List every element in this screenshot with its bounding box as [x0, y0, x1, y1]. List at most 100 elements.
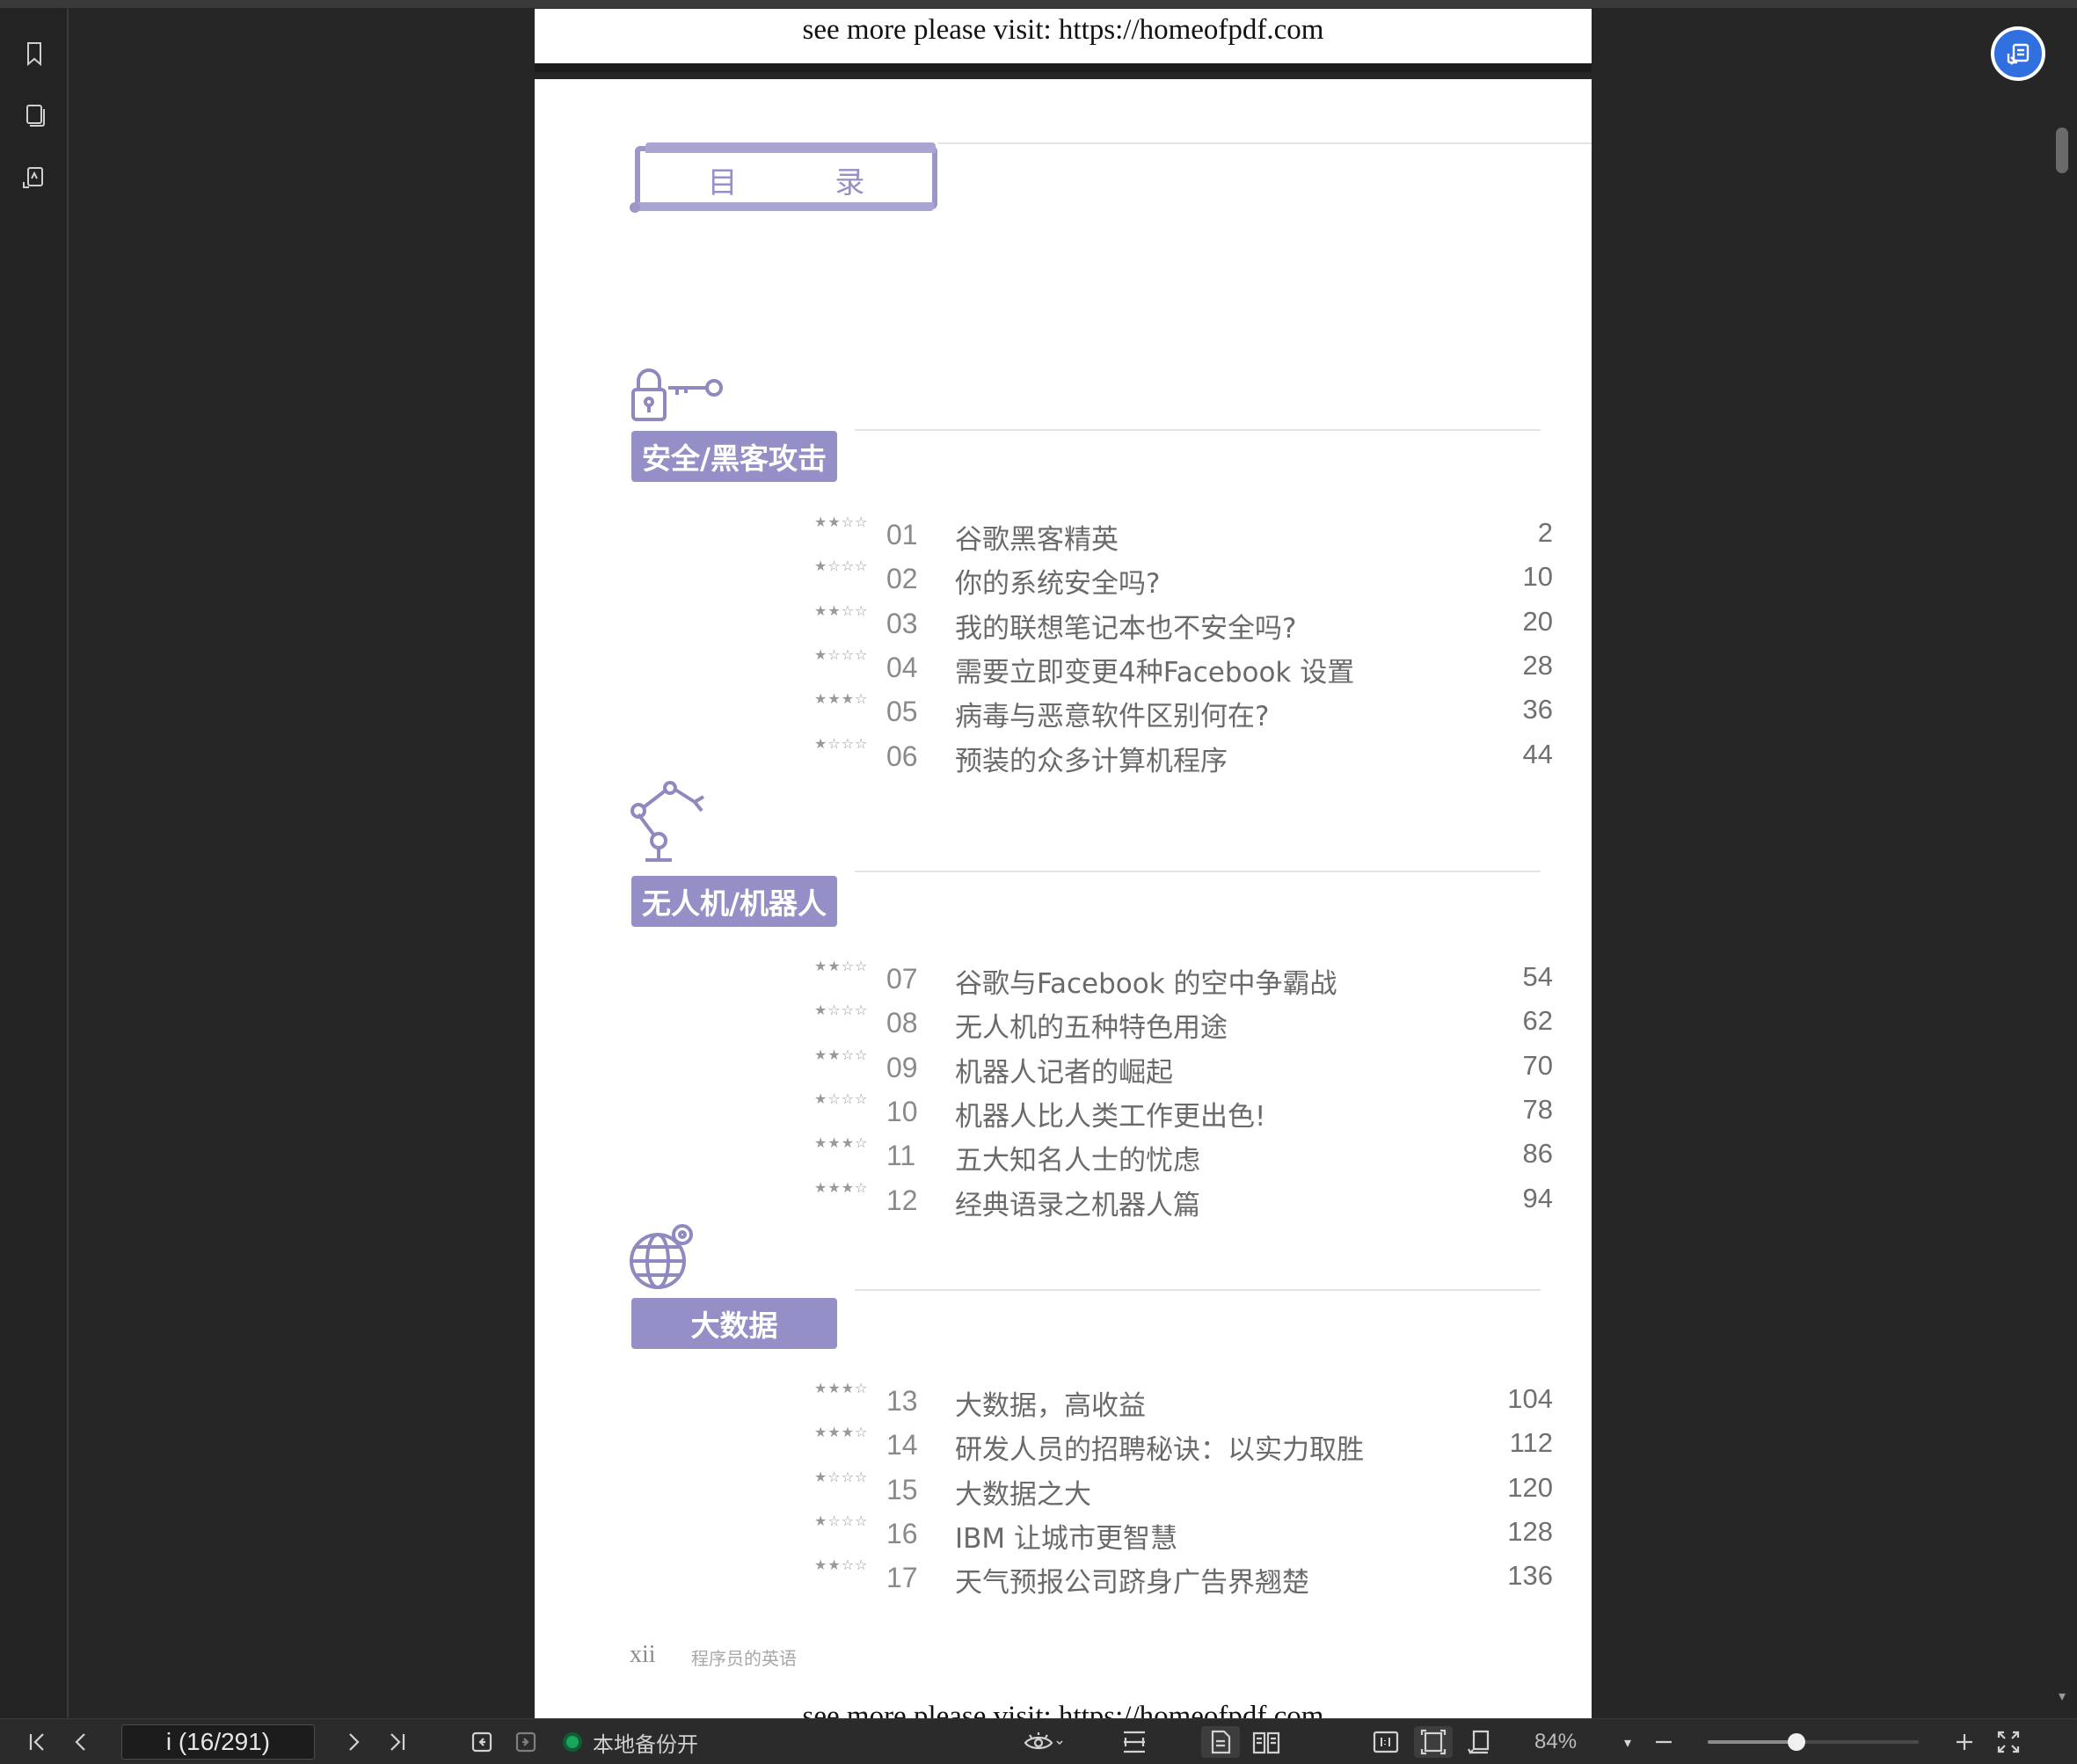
single-page-icon [1211, 1730, 1231, 1754]
toc-entry[interactable]: ★★☆☆ 17 天气预报公司跻身广告界翘楚 136 [814, 1556, 1553, 1599]
toc-entry-stars: ★★★☆ [814, 1424, 869, 1441]
toc-entry[interactable]: ★★★☆ 12 经典语录之机器人篇 94 [814, 1179, 1553, 1221]
toc-entry-title: 五大知名人士的忧虑 [955, 1145, 1200, 1177]
forward-history-button[interactable] [510, 1726, 542, 1758]
toc-entry[interactable]: ★★★☆ 11 五大知名人士的忧虑 86 [814, 1134, 1553, 1177]
next-page-button[interactable] [338, 1726, 369, 1758]
toc-entry[interactable]: ★★☆☆ 03 我的联想笔记本也不安全吗? 20 [814, 602, 1553, 645]
toc-entry-page: 44 [1522, 738, 1553, 769]
toc-entry[interactable]: ★☆☆☆ 08 无人机的五种特色用途 62 [814, 1002, 1553, 1044]
toc-entry-stars: ★★★☆ [814, 1134, 869, 1152]
zoom-out-button[interactable] [1648, 1726, 1680, 1758]
double-page-icon [1252, 1731, 1280, 1754]
toc-entry-stars: ★☆☆☆ [814, 1002, 869, 1019]
watermark-banner-bottom: see more please visit: https://homeofpdf… [802, 1701, 1324, 1718]
toc-entry-title: 病毒与恶意软件区别何在? [955, 701, 1270, 733]
section-tag: 安全/黑客攻击 [631, 431, 837, 482]
toc-entry-number: 03 [886, 607, 918, 639]
top-strip [0, 0, 2077, 8]
back-history-button[interactable] [466, 1726, 498, 1758]
toc-entry-number: 11 [886, 1140, 916, 1172]
previous-page-button[interactable] [65, 1726, 97, 1758]
scroll-down-arrow-icon[interactable]: ▾ [2056, 1689, 2068, 1703]
zoom-in-button[interactable] [1949, 1726, 1980, 1758]
toc-entry-number: 16 [886, 1517, 918, 1549]
local-backup-status[interactable]: 本地备份开 [563, 1726, 698, 1758]
first-page-button[interactable] [21, 1726, 53, 1758]
back-document-icon [471, 1731, 492, 1753]
toc-entry-page: 78 [1522, 1093, 1553, 1125]
toc-entry-stars: ★★★☆ [814, 1178, 869, 1196]
toc-entry-title: 需要立即变更4种Facebook 设置 [955, 656, 1355, 689]
double-page-button[interactable] [1247, 1726, 1286, 1758]
chevron-down-icon: ▾ [1623, 1733, 1632, 1751]
bookmark-button[interactable] [15, 34, 54, 73]
vertical-scrollbar[interactable] [2054, 114, 2070, 1715]
thumbnails-button[interactable] [15, 96, 54, 135]
floating-action-button[interactable] [1991, 26, 2045, 81]
pages-icon [26, 105, 45, 127]
toc-entry-title: IBM 让城市更智慧 [955, 1522, 1178, 1555]
rotate-page-icon [1468, 1730, 1490, 1754]
toc-entry[interactable]: ★☆☆☆ 04 需要立即变更4种Facebook 设置 28 [814, 646, 1553, 689]
fit-page-icon [1420, 1729, 1447, 1755]
toc-entry-title: 机器人比人类工作更出色! [955, 1100, 1266, 1133]
zoom-slider[interactable] [1708, 1733, 1919, 1751]
toc-entry-title: 无人机的五种特色用途 [955, 1012, 1228, 1045]
toc-entry-page: 54 [1522, 961, 1553, 992]
annotation-icon [23, 167, 43, 188]
fit-width-button[interactable] [1117, 1726, 1152, 1758]
toc-entry-number: 15 [886, 1473, 918, 1505]
toc-entry-title: 大数据，高收益 [955, 1390, 1146, 1422]
toc-entry-page: 86 [1522, 1138, 1553, 1170]
previous-page: see more please visit: https://homeofpdf… [535, 9, 1592, 72]
minus-icon [1656, 1740, 1672, 1744]
scrollbar-thumb[interactable] [2056, 128, 2068, 173]
toc-entry[interactable]: ★☆☆☆ 06 预装的众多计算机程序 44 [814, 735, 1553, 777]
zoom-dropdown-button[interactable]: ▾ [1614, 1726, 1641, 1758]
toc-entry-page: 120 [1507, 1471, 1553, 1503]
toc-entry[interactable]: ★☆☆☆ 10 机器人比人类工作更出色! 78 [814, 1090, 1553, 1133]
footer-book-title: 程序员的英语 [691, 1648, 797, 1669]
actual-size-button[interactable] [1368, 1726, 1403, 1758]
rotate-button[interactable] [1461, 1726, 1500, 1758]
toc-entry-title: 谷歌黑客精英 [955, 524, 1119, 556]
toc-entry[interactable]: ★★☆☆ 01 谷歌黑客精英 2 [814, 514, 1553, 556]
watermark-banner-top: see more please visit: https://homeofpdf… [802, 14, 1324, 46]
toc-entry-stars: ★★☆☆ [814, 1046, 869, 1063]
convert-document-icon [2007, 43, 2030, 65]
toc-entry-number: 01 [886, 519, 918, 550]
toc-entry-stars: ★★☆☆ [814, 958, 869, 974]
forward-document-icon [515, 1731, 536, 1753]
toc-entry-stars: ★☆☆☆ [814, 1090, 869, 1107]
toc-entry[interactable]: ★☆☆☆ 16 IBM 让城市更智慧 128 [814, 1513, 1553, 1555]
toc-entry[interactable]: ★☆☆☆ 02 你的系统安全吗? 10 [814, 558, 1553, 600]
zoom-slider-knob[interactable] [1787, 1733, 1805, 1751]
single-page-button[interactable] [1201, 1726, 1240, 1758]
toc-entry-number: 17 [886, 1562, 918, 1594]
annotations-button[interactable] [15, 159, 54, 198]
toc-entry[interactable]: ★☆☆☆ 15 大数据之大 120 [814, 1469, 1553, 1511]
toc-entry[interactable]: ★★★☆ 14 研发人员的招聘秘诀：以实力取胜 112 [814, 1424, 1553, 1466]
fullscreen-icon [1997, 1731, 2020, 1753]
eye-comfort-button[interactable] [1018, 1726, 1068, 1758]
toc-entry-stars: ★★★☆ [814, 1380, 869, 1396]
toc-entry[interactable]: ★★☆☆ 09 机器人记者的崛起 70 [814, 1046, 1553, 1089]
toc-entry[interactable]: ★★★☆ 05 病毒与恶意软件区别何在? 36 [814, 690, 1553, 733]
toc-entry[interactable]: ★★☆☆ 07 谷歌与Facebook 的空中争霸战 54 [814, 958, 1553, 1000]
zoom-level-label[interactable]: 84% [1534, 1726, 1577, 1758]
toc-entry[interactable]: ★★★☆ 13 大数据，高收益 104 [814, 1380, 1553, 1422]
first-page-icon [29, 1733, 44, 1751]
page-number-input[interactable]: i (16/291) [121, 1724, 315, 1760]
eye-icon [1024, 1732, 1063, 1750]
toc-entry-number: 07 [886, 963, 918, 995]
fit-page-button[interactable] [1414, 1726, 1453, 1758]
toc-entry-stars: ★★★☆ [814, 690, 869, 708]
fullscreen-button[interactable] [1993, 1726, 2024, 1758]
last-page-button[interactable] [382, 1726, 413, 1758]
pdf-reader-window: see more please visit: https://homeofpdf… [0, 0, 2077, 1764]
footer-page-number: xii [630, 1641, 656, 1668]
toc-entry-number: 04 [886, 651, 918, 683]
toc-entry-number: 08 [886, 1007, 918, 1039]
toc-entry-title: 你的系统安全吗? [955, 568, 1161, 601]
